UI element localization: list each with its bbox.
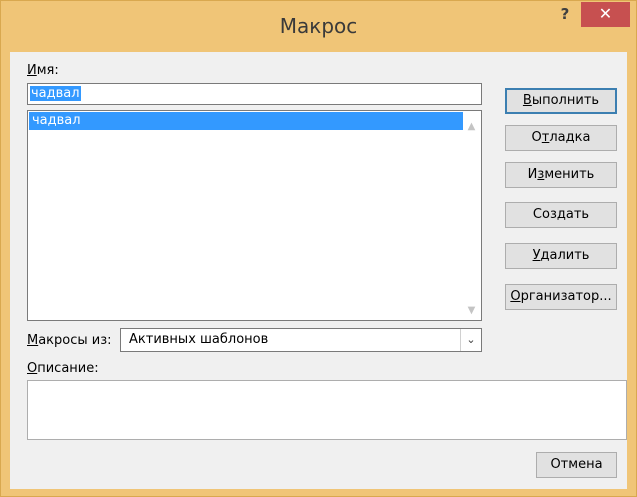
delete-button[interactable]: Удалить [505,243,617,269]
description-label: Описание: [27,361,99,376]
help-button[interactable]: ? [552,3,578,25]
title-bar[interactable]: Макрос ? ✕ [1,1,636,51]
list-item[interactable]: чадвал [29,112,463,130]
close-button[interactable]: ✕ [581,2,630,27]
chevron-down-icon[interactable]: ⌄ [460,329,481,351]
macros-from-select[interactable]: Активных шаблонов ⌄ [120,328,482,352]
macro-name-input[interactable]: чадвал [27,83,482,105]
window-title: Макрос [279,14,358,38]
organizer-button[interactable]: Организатор... [505,284,617,310]
macro-name-value: чадвал [30,86,81,101]
macros-from-label: Макросы из: [27,333,112,348]
close-icon: ✕ [598,4,613,23]
debug-button[interactable]: Отладка [505,125,617,151]
macros-from-value: Активных шаблонов [129,332,269,347]
run-button[interactable]: Выполнить [505,88,617,114]
create-button[interactable]: Создать [505,202,617,228]
scroll-up-icon[interactable]: ▲ [463,118,480,135]
macro-dialog: Макрос ? ✕ Имя: чадвал чадвал ▲ ▼ Выполн… [0,0,637,497]
dialog-body: Имя: чадвал чадвал ▲ ▼ Выполнить Отладка… [10,52,627,489]
cancel-button[interactable]: Отмена [536,452,617,478]
list-scrollbar[interactable]: ▲ ▼ [463,112,480,319]
macro-list[interactable]: чадвал ▲ ▼ [27,110,482,321]
scroll-down-icon[interactable]: ▼ [463,302,480,319]
edit-button[interactable]: Изменить [505,162,617,188]
name-label: Имя: [27,63,59,78]
description-field[interactable] [27,380,627,440]
